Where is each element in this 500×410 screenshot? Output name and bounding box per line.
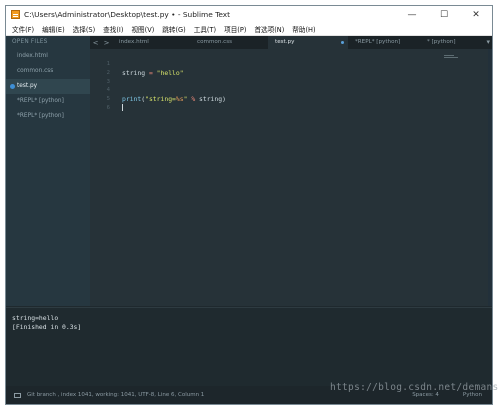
window-controls: — ☐ ✕	[396, 6, 492, 23]
tab-bar: < > index.html common.css test.py *REPL*…	[90, 36, 492, 49]
sublime-app-icon	[11, 10, 20, 19]
modified-dot-icon	[10, 84, 15, 89]
text-cursor	[122, 104, 123, 112]
panel-toggle-icon[interactable]	[14, 392, 21, 398]
title-bar: C:\Users\Administrator\Desktop\test.py •…	[6, 6, 492, 23]
close-button[interactable]: ✕	[460, 6, 492, 23]
menu-tools[interactable]: 工具(T)	[190, 24, 220, 34]
maximize-button[interactable]: ☐	[428, 6, 460, 23]
window-title: C:\Users\Administrator\Desktop\test.py •…	[24, 10, 231, 19]
line-number: 4	[106, 87, 110, 94]
open-files-header: OPEN FILES	[12, 39, 48, 45]
app-window: C:\Users\Administrator\Desktop\test.py •…	[5, 5, 493, 405]
output-line: string=hello	[12, 314, 59, 322]
code-line: string = "hello"	[122, 68, 184, 77]
menu-selection[interactable]: 选择(S)	[69, 24, 100, 34]
line-number: 3	[106, 78, 110, 85]
line-number: 5	[106, 96, 110, 103]
output-panel: string=hello [Finished in 0.3s]	[6, 307, 492, 386]
code-content: string = "hello" print("string=%s" % str…	[122, 60, 226, 113]
tab-next-icon[interactable]: >	[104, 39, 110, 47]
sidebar: OPEN FILES index.html common.css test.py…	[6, 36, 90, 306]
editor-scrollbar[interactable]	[488, 49, 492, 306]
sidebar-file-repl-1[interactable]: *REPL* [python]	[6, 94, 90, 109]
menu-preferences[interactable]: 首选项(N)	[250, 24, 288, 34]
tab-label: test.py	[275, 39, 295, 45]
line-number-gutter: 1 2 3 4 5 6	[90, 60, 110, 113]
status-text: Git branch , index 1041, working: 1041, …	[27, 392, 205, 398]
output-line: [Finished in 0.3s]	[12, 323, 82, 331]
menu-view[interactable]: 视图(V)	[127, 24, 158, 34]
watermark: https://blog.csdn.net/demans	[330, 382, 499, 393]
sidebar-file-repl-2[interactable]: *REPL* [python]	[6, 109, 90, 124]
minimap[interactable]	[444, 55, 458, 61]
menu-find[interactable]: 查找(I)	[99, 24, 127, 34]
menu-file[interactable]: 文件(F)	[6, 24, 38, 34]
code-editor[interactable]: 1 2 3 4 5 6 string = "hello" print("stri…	[90, 49, 492, 306]
sidebar-file-common-css[interactable]: common.css	[6, 64, 90, 79]
sidebar-file-label: test.py	[17, 83, 38, 89]
line-number: 2	[106, 69, 110, 76]
tab-prev-icon[interactable]: <	[93, 39, 99, 47]
code-line: print("string=%s" % string)	[122, 95, 226, 104]
menu-project[interactable]: 项目(P)	[220, 24, 250, 34]
line-number: 6	[106, 104, 110, 111]
tab-repl-python-2[interactable]: * [python] ▾	[420, 36, 492, 49]
menu-bar: 文件(F) 编辑(E) 选择(S) 查找(I) 视图(V) 跳转(G) 工具(T…	[6, 23, 492, 36]
tab-overflow-chevron-icon[interactable]: ▾	[486, 36, 490, 49]
code-line	[122, 104, 226, 113]
menu-help[interactable]: 帮助(H)	[288, 24, 319, 34]
tab-index-html[interactable]: index.html	[112, 36, 190, 49]
tab-label: * [python]	[427, 39, 456, 45]
tab-common-css[interactable]: common.css	[190, 36, 268, 49]
line-number: 1	[106, 61, 110, 67]
tab-test-py[interactable]: test.py	[268, 36, 348, 49]
sidebar-file-test-py[interactable]: test.py	[6, 79, 90, 94]
minimize-button[interactable]: —	[396, 6, 428, 23]
menu-goto[interactable]: 跳转(G)	[158, 24, 189, 34]
menu-edit[interactable]: 编辑(E)	[38, 24, 69, 34]
tab-modified-dot-icon	[341, 41, 344, 44]
tab-repl-python[interactable]: *REPL* [python]	[348, 36, 420, 49]
tab-navigation: < >	[90, 36, 112, 49]
sidebar-file-index-html[interactable]: index.html	[6, 49, 90, 64]
